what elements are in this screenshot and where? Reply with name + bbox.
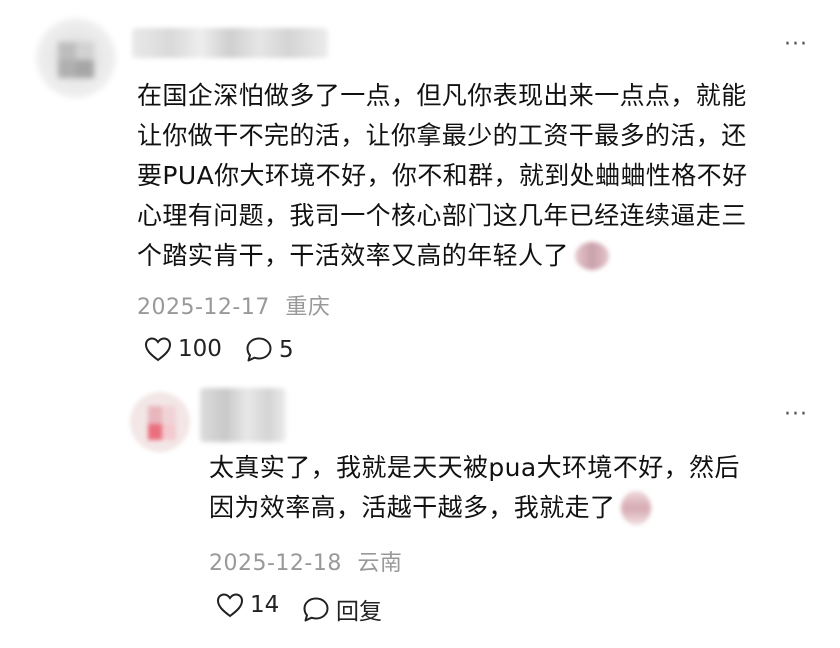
- like-button[interactable]: 100: [144, 336, 222, 362]
- comment-line-last: 个踏实肯干，干活效率又高的年轻人了: [137, 236, 747, 276]
- user-avatar[interactable]: [36, 18, 116, 98]
- emoji-sticker-icon: [574, 242, 609, 270]
- reply-label: 回复: [336, 599, 382, 625]
- like-count: 100: [178, 336, 222, 362]
- comment-line: 要PUA你大环境不好，你不和群，就到处蛐蛐性格不好: [137, 161, 748, 190]
- comment-meta: 2025-12-17 重庆: [137, 289, 330, 321]
- comment-thread: ··· 在国企深怕做多了一点，但凡你表现出来一点点，就能 让你做干不完的活，让你…: [0, 0, 840, 648]
- emoji-sticker-icon: [621, 491, 652, 525]
- speech-bubble-icon: [303, 597, 329, 621]
- reply-username[interactable]: [200, 388, 286, 442]
- reply-like-button[interactable]: 14: [216, 592, 279, 618]
- reply-user-avatar[interactable]: [130, 392, 190, 452]
- reply-body: 太真实了，我就是天天被pua大环境不好，然后 因为效率高，活越干越多，我就走了: [209, 448, 740, 528]
- comment-line: 在国企深怕做多了一点，但凡你表现出来一点点，就能: [137, 81, 747, 110]
- reply-button[interactable]: 回复: [302, 592, 382, 626]
- reply-more-options-icon[interactable]: ···: [784, 404, 808, 426]
- reply-line-last: 因为效率高，活越干越多，我就走了: [209, 488, 740, 528]
- comment-body: 在国企深怕做多了一点，但凡你表现出来一点点，就能 让你做干不完的活，让你拿最少的…: [137, 76, 747, 276]
- heart-outline-icon: [144, 337, 172, 362]
- reply-line: 太真实了，我就是天天被pua大环境不好，然后: [209, 453, 740, 482]
- username[interactable]: [132, 28, 328, 58]
- reply-like-count: 14: [250, 592, 280, 618]
- more-options-icon[interactable]: ···: [784, 34, 808, 56]
- comment-line: 个踏实肯干，干活效率又高的年轻人了: [137, 241, 569, 270]
- heart-outline-icon: [216, 593, 244, 618]
- reply-count-button[interactable]: 5: [245, 336, 294, 363]
- reply-meta: 2025-12-18 云南: [209, 545, 402, 577]
- reply-location: 云南: [357, 551, 403, 576]
- comment-line: 让你做干不完的活，让你拿最少的工资干最多的活，还: [137, 121, 747, 150]
- reply-line: 因为效率高，活越干越多，我就走了: [209, 493, 616, 522]
- reply-date: 2025-12-18: [209, 551, 342, 576]
- comment-line: 心理有问题，我司一个核心部门这几年已经连续逼走三: [137, 201, 747, 230]
- reply-count: 5: [279, 336, 294, 363]
- comment-location: 重庆: [285, 295, 331, 320]
- comment-date: 2025-12-17: [137, 295, 270, 320]
- speech-bubble-icon: [246, 337, 272, 362]
